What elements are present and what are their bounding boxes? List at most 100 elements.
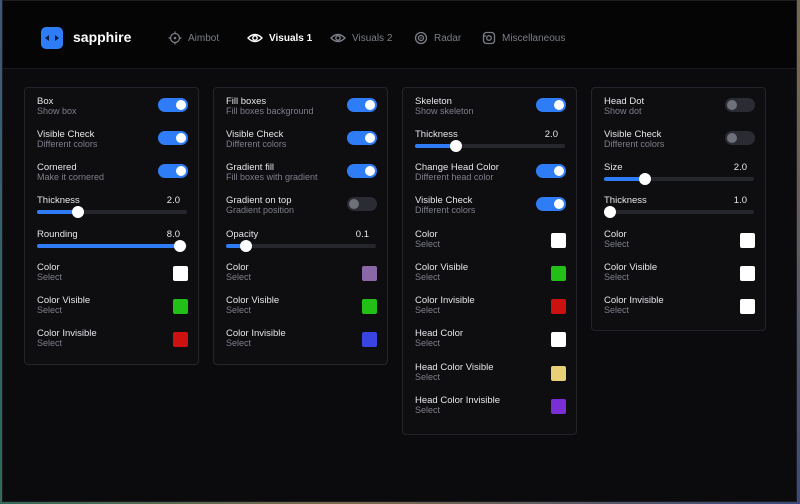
setting-description: Select (415, 372, 441, 382)
setting-description: Select (226, 338, 252, 348)
size-slider[interactable] (604, 173, 754, 185)
slider-value: 2.0 (544, 129, 558, 140)
toggle-knob (365, 133, 375, 143)
change-head-color-toggle[interactable] (536, 164, 566, 178)
color-invisible-swatch[interactable] (551, 299, 566, 314)
setting-row: Color Select (226, 262, 377, 292)
opacity-slider[interactable] (226, 240, 376, 252)
brand-name: sapphire (73, 29, 132, 45)
setting-row: Color Visible Select (415, 262, 566, 292)
setting-row: Color Invisible Select (226, 328, 377, 358)
tab-miscellaneous[interactable]: Miscellaneous (482, 30, 565, 46)
toggle-knob (365, 100, 375, 110)
setting-label: Size (604, 162, 623, 173)
setting-description: Fill boxes background (226, 106, 314, 116)
setting-label: Thickness (415, 129, 458, 140)
color-invisible-swatch[interactable] (362, 332, 377, 347)
color-swatch[interactable] (551, 233, 566, 248)
head-color-invisible-swatch[interactable] (551, 399, 566, 414)
setting-row: Visible Check Different colors (226, 129, 377, 159)
setting-description: Different colors (415, 205, 476, 215)
tab-label: Aimbot (188, 32, 220, 44)
radar-icon (414, 31, 428, 45)
color-visible-swatch[interactable] (551, 266, 566, 281)
head-dot-toggle[interactable] (725, 98, 755, 112)
setting-row: Gradient fill Fill boxes with gradient (226, 162, 377, 192)
setting-description: Show dot (604, 106, 642, 116)
setting-row: Head Color Select (415, 328, 566, 358)
slider-thumb[interactable] (71, 206, 84, 218)
setting-description: Select (37, 338, 63, 348)
gradient-on-top-toggle[interactable] (347, 197, 377, 211)
setting-row: Box Show box (37, 96, 188, 126)
setting-description: Select (415, 272, 441, 282)
gradient-fill-toggle[interactable] (347, 164, 377, 178)
cornered-toggle[interactable] (158, 164, 188, 178)
color-visible-swatch[interactable] (173, 299, 188, 314)
slider-value: 2.0 (166, 195, 180, 206)
setting-row: Change Head Color Different head color (415, 162, 566, 192)
tab-visuals-2[interactable]: Visuals 2 (330, 30, 392, 46)
thickness-slider[interactable] (37, 206, 187, 218)
setting-description: Gradient position (226, 205, 295, 215)
misc-icon (482, 31, 496, 45)
eye-icon (330, 33, 346, 43)
box-toggle[interactable] (158, 98, 188, 112)
toggle-knob (727, 133, 737, 143)
color-invisible-swatch[interactable] (740, 299, 755, 314)
thickness-slider[interactable] (415, 140, 565, 152)
slider-thumb[interactable] (239, 240, 252, 252)
slider-value: 1.0 (733, 195, 747, 206)
skeleton-toggle[interactable] (536, 98, 566, 112)
setting-description: Select (226, 272, 252, 282)
setting-description: Select (37, 305, 63, 315)
setting-row: Color Select (415, 229, 566, 259)
toggle-knob (554, 199, 564, 209)
panel-skeleton: Skeleton Show skeleton Thickness 2.0 Cha… (402, 87, 577, 435)
setting-description: Different colors (226, 139, 287, 149)
color-invisible-swatch[interactable] (173, 332, 188, 347)
tab-aimbot[interactable]: Aimbot (168, 30, 219, 46)
rounding-slider[interactable] (37, 240, 187, 252)
head-color-swatch[interactable] (551, 332, 566, 347)
setting-row: Fill boxes Fill boxes background (226, 96, 377, 126)
setting-row: Size 2.0 (604, 162, 755, 192)
tab-radar[interactable]: Radar (414, 30, 461, 46)
visible-check-toggle[interactable] (347, 131, 377, 145)
setting-description: Select (604, 305, 630, 315)
color-swatch[interactable] (362, 266, 377, 281)
setting-row: Color Invisible Select (415, 295, 566, 325)
setting-description: Show box (37, 106, 77, 116)
crosshair-icon (168, 31, 182, 45)
slider-thumb[interactable] (449, 140, 462, 152)
toggle-knob (365, 166, 375, 176)
slider-value: 8.0 (166, 229, 180, 240)
setting-row: Color Visible Select (226, 295, 377, 325)
visible-check-toggle[interactable] (725, 131, 755, 145)
fill-boxes-toggle[interactable] (347, 98, 377, 112)
color-visible-swatch[interactable] (740, 266, 755, 281)
color-swatch[interactable] (740, 233, 755, 248)
slider-fill (37, 244, 180, 248)
panel-fill: Fill boxes Fill boxes background Visible… (213, 87, 388, 365)
setting-description: Select (37, 272, 63, 282)
app-window: sapphire Aimbot Visuals 1 Visuals 2 Rada… (2, 0, 797, 502)
slider-thumb[interactable] (638, 173, 651, 185)
setting-row: Color Visible Select (37, 295, 188, 325)
setting-label: Thickness (604, 195, 647, 206)
slider-thumb[interactable] (604, 206, 616, 218)
visible-check-toggle[interactable] (536, 197, 566, 211)
setting-row: Visible Check Different colors (415, 195, 566, 225)
head-color-visible-swatch[interactable] (551, 366, 566, 381)
setting-row: Rounding 8.0 (37, 229, 188, 259)
tab-visuals-1[interactable]: Visuals 1 (247, 30, 312, 46)
panel-box: Box Show box Visible Check Different col… (24, 87, 199, 365)
color-visible-swatch[interactable] (362, 299, 377, 314)
setting-description: Different head color (415, 172, 494, 182)
visible-check-toggle[interactable] (158, 131, 188, 145)
setting-description: Show skeleton (415, 106, 474, 116)
slider-thumb[interactable] (173, 240, 186, 252)
thickness-slider[interactable] (604, 206, 754, 218)
panel-head-dot: Head Dot Show dot Visible Check Differen… (591, 87, 766, 331)
color-swatch[interactable] (173, 266, 188, 281)
